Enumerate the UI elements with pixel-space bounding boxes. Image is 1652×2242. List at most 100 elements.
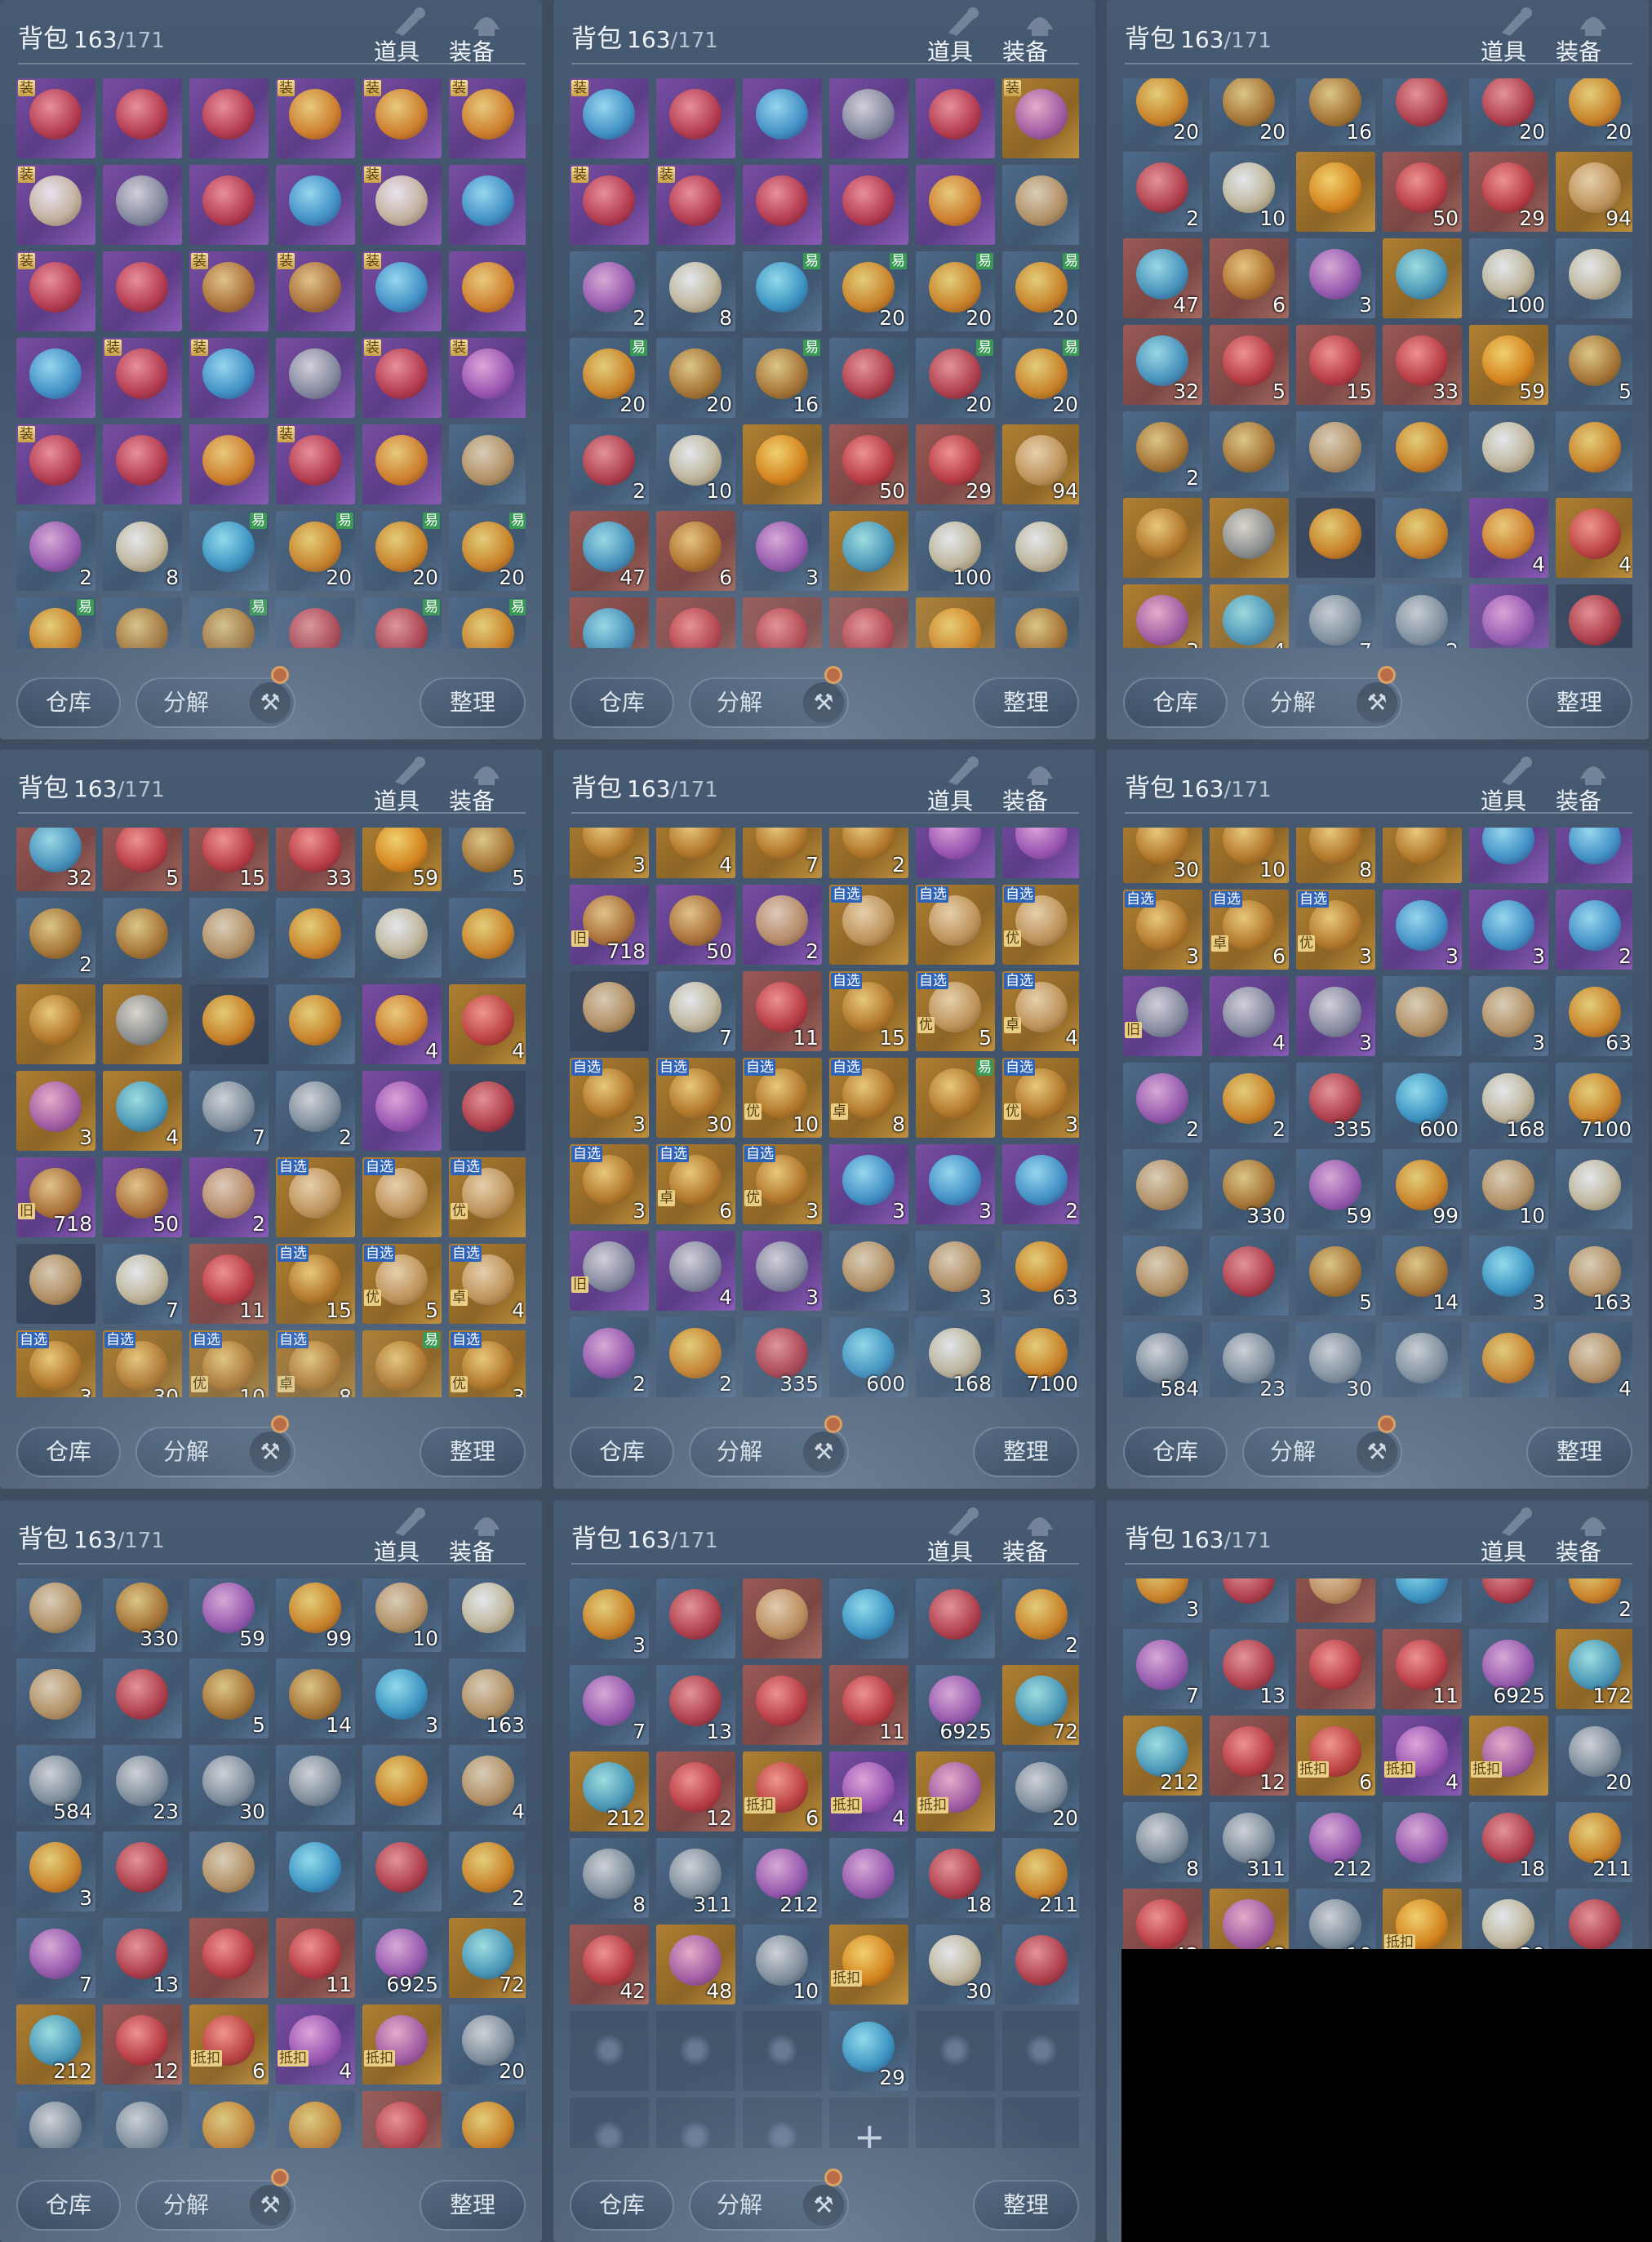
item-slot[interactable]: 8 bbox=[570, 1838, 649, 1918]
item-slot[interactable]: 11 bbox=[829, 1665, 908, 1745]
item-slot[interactable]: 2 bbox=[570, 424, 649, 504]
item-slot[interactable]: 抵扣 4 bbox=[276, 2004, 355, 2084]
item-slot[interactable]: 42 bbox=[570, 1925, 649, 2004]
item-slot[interactable]: 30 bbox=[1296, 1322, 1375, 1397]
item-slot[interactable] bbox=[916, 1578, 995, 1658]
item-slot[interactable] bbox=[829, 165, 908, 245]
item-slot[interactable]: 20 bbox=[1556, 1716, 1632, 1796]
item-slot[interactable]: 自选 bbox=[276, 1157, 355, 1237]
item-slot[interactable]: 7 bbox=[189, 1071, 269, 1151]
tidy-button[interactable]: 整理 bbox=[1526, 1427, 1632, 1477]
item-slot[interactable]: 3 bbox=[1296, 976, 1375, 1056]
item-slot[interactable]: 212 bbox=[1123, 1716, 1202, 1796]
item-slot[interactable] bbox=[829, 1578, 908, 1658]
item-slot[interactable]: 8 bbox=[103, 511, 182, 591]
item-slot[interactable]: 30 bbox=[1123, 828, 1202, 883]
tab-equip[interactable]: 装备 bbox=[1002, 34, 1048, 67]
item-slot[interactable] bbox=[1002, 2011, 1079, 2091]
item-slot[interactable]: 4 bbox=[1210, 976, 1289, 1056]
item-slot[interactable]: 2 bbox=[1123, 152, 1202, 232]
item-slot[interactable]: 7 bbox=[656, 971, 735, 1051]
item-grid[interactable]: 32 5 15 33 59 5 2 4 4 3 4 7 2 旧 718 50 2 自选 自选 自选优 7 11 自选 15 自选… bbox=[16, 828, 526, 1397]
item-slot[interactable] bbox=[16, 338, 95, 418]
item-slot[interactable]: 584 bbox=[16, 1745, 95, 1825]
item-slot[interactable] bbox=[743, 1578, 822, 1658]
item-slot[interactable]: 5 bbox=[103, 828, 182, 891]
item-slot[interactable] bbox=[449, 898, 526, 978]
item-slot[interactable]: 易 20 bbox=[362, 511, 442, 591]
item-slot[interactable]: 2 bbox=[449, 1831, 526, 1911]
item-slot[interactable]: 10 bbox=[1469, 1149, 1548, 1229]
item-slot[interactable]: 5 bbox=[449, 828, 526, 891]
item-slot[interactable]: 32 bbox=[570, 597, 649, 648]
item-slot[interactable]: 装 bbox=[276, 78, 355, 158]
warehouse-button[interactable]: 仓库 bbox=[570, 2180, 674, 2231]
item-slot[interactable]: 易 20 bbox=[829, 251, 908, 331]
item-slot[interactable]: 15 bbox=[1296, 325, 1375, 405]
item-slot[interactable]: 20 bbox=[1002, 1751, 1079, 1831]
item-slot[interactable]: 311 bbox=[656, 1838, 735, 1918]
item-slot[interactable]: 12 bbox=[656, 1751, 735, 1831]
item-slot[interactable]: 8 bbox=[1123, 1802, 1202, 1882]
item-slot[interactable] bbox=[276, 2091, 355, 2148]
item-slot[interactable]: 自选 30 bbox=[103, 1330, 182, 1397]
item-slot[interactable]: 100 bbox=[1469, 238, 1548, 318]
item-grid[interactable]: 30 10 8 自选 3 自选卓 6 自选优 3 3 3 2 旧 4 3 3 63 2 2 335 600 168 7100… bbox=[1123, 828, 1632, 1397]
item-slot[interactable]: 抵扣 6 bbox=[189, 2004, 269, 2084]
item-slot[interactable]: 10 bbox=[656, 424, 735, 504]
item-slot[interactable]: 2 bbox=[189, 1157, 269, 1237]
item-slot[interactable]: 11 bbox=[743, 971, 822, 1051]
item-slot[interactable] bbox=[829, 338, 908, 418]
item-slot[interactable] bbox=[1383, 411, 1462, 491]
item-slot[interactable]: 63 bbox=[1002, 1231, 1079, 1311]
item-slot[interactable] bbox=[916, 828, 995, 878]
item-slot[interactable]: 易 bbox=[189, 511, 269, 591]
decompose-button[interactable]: 分解 ⚒ bbox=[689, 2180, 849, 2231]
item-slot[interactable] bbox=[362, 424, 442, 504]
item-slot[interactable]: 5 bbox=[656, 597, 735, 648]
item-slot[interactable]: 12 bbox=[1210, 1716, 1289, 1796]
item-slot[interactable] bbox=[1383, 78, 1462, 145]
item-slot[interactable]: 94 bbox=[1556, 152, 1632, 232]
item-grid[interactable]: 330 59 99 10 5 14 3 163 584 23 30 4 3 2 7 13 11 6925 72 212… bbox=[16, 1578, 526, 2148]
item-slot[interactable]: 装 bbox=[362, 78, 442, 158]
item-slot[interactable]: 自选优 bbox=[1002, 885, 1079, 965]
item-slot[interactable]: 20 bbox=[449, 2004, 526, 2084]
item-slot[interactable] bbox=[1123, 1149, 1202, 1229]
tab-props[interactable]: 道具 bbox=[374, 784, 420, 816]
item-slot[interactable]: 抵扣 4 bbox=[829, 1751, 908, 1831]
item-slot[interactable]: 14 bbox=[1383, 1236, 1462, 1316]
item-slot[interactable]: 2 bbox=[16, 511, 95, 591]
tab-props[interactable]: 道具 bbox=[1481, 1534, 1526, 1567]
item-slot[interactable] bbox=[1002, 511, 1079, 591]
tidy-button[interactable]: 整理 bbox=[420, 677, 526, 728]
item-slot[interactable]: 172 bbox=[1556, 1629, 1632, 1709]
item-slot[interactable]: 47 bbox=[1123, 238, 1202, 318]
item-slot[interactable] bbox=[1296, 1578, 1375, 1623]
item-slot[interactable]: 168 bbox=[916, 1317, 995, 1397]
tidy-button[interactable]: 整理 bbox=[420, 2180, 526, 2231]
decompose-button[interactable]: 分解 ⚒ bbox=[135, 2180, 295, 2231]
item-slot[interactable]: 11 bbox=[1383, 1629, 1462, 1709]
tab-equip[interactable]: 装备 bbox=[1002, 1534, 1048, 1567]
tidy-button[interactable]: 整理 bbox=[420, 1427, 526, 1477]
item-slot[interactable]: 装 bbox=[362, 338, 442, 418]
item-slot[interactable]: 易 20 bbox=[916, 338, 995, 418]
item-slot[interactable]: 3 bbox=[916, 1144, 995, 1224]
item-slot[interactable]: 自选卓 6 bbox=[656, 1144, 735, 1224]
item-slot[interactable]: 8 bbox=[656, 251, 735, 331]
item-slot[interactable] bbox=[103, 251, 182, 331]
item-slot[interactable]: 211 bbox=[1556, 1802, 1632, 1882]
item-slot[interactable]: 7 bbox=[1123, 1629, 1202, 1709]
tab-equip[interactable]: 装备 bbox=[1556, 1534, 1601, 1567]
item-slot[interactable] bbox=[16, 1244, 95, 1324]
item-slot[interactable] bbox=[1123, 1236, 1202, 1316]
item-slot[interactable]: 7 bbox=[1296, 584, 1375, 648]
item-slot[interactable]: 3 bbox=[743, 1231, 822, 1311]
item-slot[interactable] bbox=[276, 165, 355, 245]
tidy-button[interactable]: 整理 bbox=[1526, 677, 1632, 728]
item-slot[interactable]: 旧 bbox=[1123, 976, 1202, 1056]
item-slot[interactable]: 6 bbox=[656, 511, 735, 591]
item-slot[interactable]: 2 bbox=[16, 898, 95, 978]
item-slot[interactable] bbox=[103, 984, 182, 1064]
